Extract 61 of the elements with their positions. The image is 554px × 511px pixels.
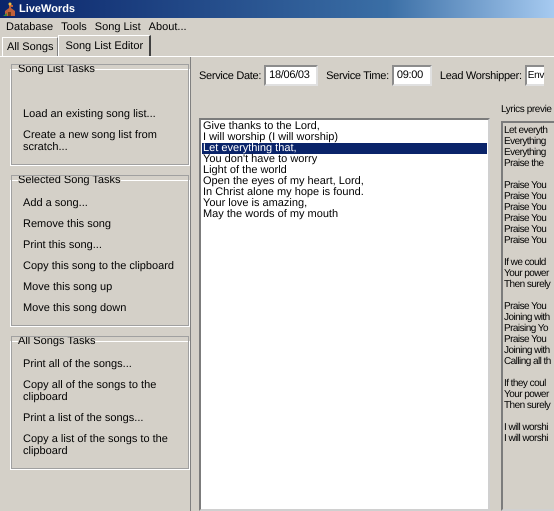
lyric-line: Praise You (504, 213, 548, 224)
lyrics-label: Lyrics previe (501, 104, 553, 116)
song-list[interactable] (199, 118, 490, 511)
song-item[interactable]: Give thanks to the Lord, (202, 121, 487, 132)
menu-item[interactable]: About... (144, 20, 191, 32)
lyric-line: Let everyth (504, 125, 548, 136)
task-link[interactable]: Remove this song (23, 215, 183, 236)
menu-item[interactable]: Tools (57, 20, 91, 32)
field-label: Service Date: (199, 70, 262, 82)
lyric-line: Calling all th (504, 356, 552, 367)
input-field[interactable]: Env (524, 65, 544, 86)
lyric-line: Your power (504, 268, 550, 279)
church-icon (3, 2, 17, 16)
tab[interactable]: Song List Editor (58, 35, 152, 56)
menu-item[interactable]: Song List (90, 20, 145, 32)
menu-item[interactable]: Database (2, 20, 58, 32)
lyric-line: Everything (504, 147, 547, 158)
lyric-line: If they coul (504, 378, 547, 389)
lyric-line: I will worshi (504, 422, 549, 433)
input-field[interactable]: 09:00 (392, 65, 432, 86)
task-link[interactable]: Move this song up (23, 278, 183, 299)
task-link[interactable]: Print all of the songs... (23, 355, 183, 376)
lyric-line: Joining with (504, 345, 551, 356)
lyric-line: Praise You (504, 191, 548, 202)
task-link[interactable]: Copy all of the songs to the clipboard (23, 376, 183, 409)
song-item[interactable]: Your love is amazing, (202, 198, 487, 209)
lyric-line: Praising Yo (504, 323, 550, 334)
input-field[interactable]: 18/06/03 (264, 65, 318, 86)
window-title: LiveWords (19, 3, 76, 15)
lyric-line: Joining with (504, 312, 551, 323)
song-item[interactable]: May the words of my mouth (202, 209, 487, 220)
lyric-line: I will worshi (504, 433, 549, 444)
lyric-line: Praise You (504, 334, 548, 345)
lyric-line: Praise You (504, 301, 548, 312)
task-link[interactable]: Print this song... (23, 236, 183, 257)
song-item[interactable]: Open the eyes of my heart, Lord, (202, 176, 487, 187)
task-link[interactable]: Copy a list of the songs to the clipboard (23, 430, 183, 463)
task-link[interactable]: Create a new song list from scratch... (23, 126, 183, 159)
lyric-line: If we could (504, 257, 547, 268)
lyric-line: Then surely (504, 400, 552, 411)
task-link[interactable]: Load an existing song list... (23, 105, 183, 126)
lyric-line: Then surely (504, 279, 552, 290)
field-label: Lead Worshipper: (440, 70, 522, 82)
task-link[interactable]: Print a list of the songs... (23, 409, 183, 430)
tab[interactable]: All Songs (2, 37, 58, 56)
song-item[interactable]: I will worship (I will worship) (202, 132, 487, 143)
song-item[interactable]: You don't have to worry (202, 154, 487, 165)
lyric-line: Praise You (504, 180, 548, 191)
lyric-line: Praise You (504, 235, 548, 246)
lyric-line: Praise You (504, 224, 548, 235)
song-item[interactable]: Let everything that, (202, 143, 487, 154)
lyric-line: Praise You (504, 202, 548, 213)
song-item[interactable]: Light of the world (202, 165, 487, 176)
task-link[interactable]: Move this song down (23, 299, 183, 320)
field-label: Service Time: (326, 70, 389, 82)
lyric-line: Praise the (504, 158, 545, 169)
task-link[interactable]: Copy this song to the clipboard (23, 257, 183, 278)
task-link[interactable]: Add a song... (23, 194, 183, 215)
lyric-line: Everything (504, 136, 547, 147)
song-item[interactable]: In Christ alone my hope is found. (202, 187, 487, 198)
lyric-line: Your power (504, 389, 550, 400)
